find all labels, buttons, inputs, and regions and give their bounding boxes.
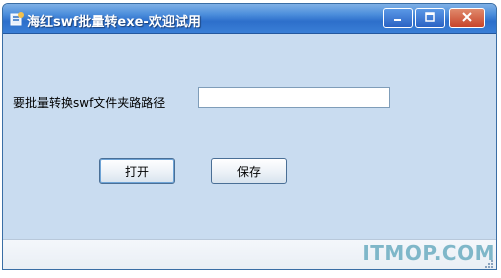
path-input[interactable]	[198, 87, 390, 108]
title-bar[interactable]: 海红swf批量转exe-欢迎试用	[3, 4, 496, 34]
watermark-text: ITMOP.COM	[362, 241, 495, 265]
application-window: 海红swf批量转exe-欢迎试用 要批量转换swf文件夹路路径 打开 保存 IT…	[0, 0, 501, 278]
maximize-icon	[424, 11, 436, 26]
open-button[interactable]: 打开	[99, 158, 175, 184]
close-icon	[461, 11, 473, 26]
client-area: 要批量转换swf文件夹路路径 打开 保存	[3, 34, 496, 239]
window-title: 海红swf批量转exe-欢迎试用	[27, 15, 201, 30]
close-button[interactable]	[449, 8, 485, 28]
minimize-button[interactable]	[383, 8, 413, 28]
maximize-button[interactable]	[415, 8, 445, 28]
minimize-icon	[392, 11, 404, 26]
path-label: 要批量转换swf文件夹路路径	[13, 96, 166, 110]
app-logo-icon	[9, 11, 25, 27]
save-button[interactable]: 保存	[211, 158, 287, 184]
window-frame: 海红swf批量转exe-欢迎试用 要批量转换swf文件夹路路径 打开 保存	[2, 3, 497, 270]
